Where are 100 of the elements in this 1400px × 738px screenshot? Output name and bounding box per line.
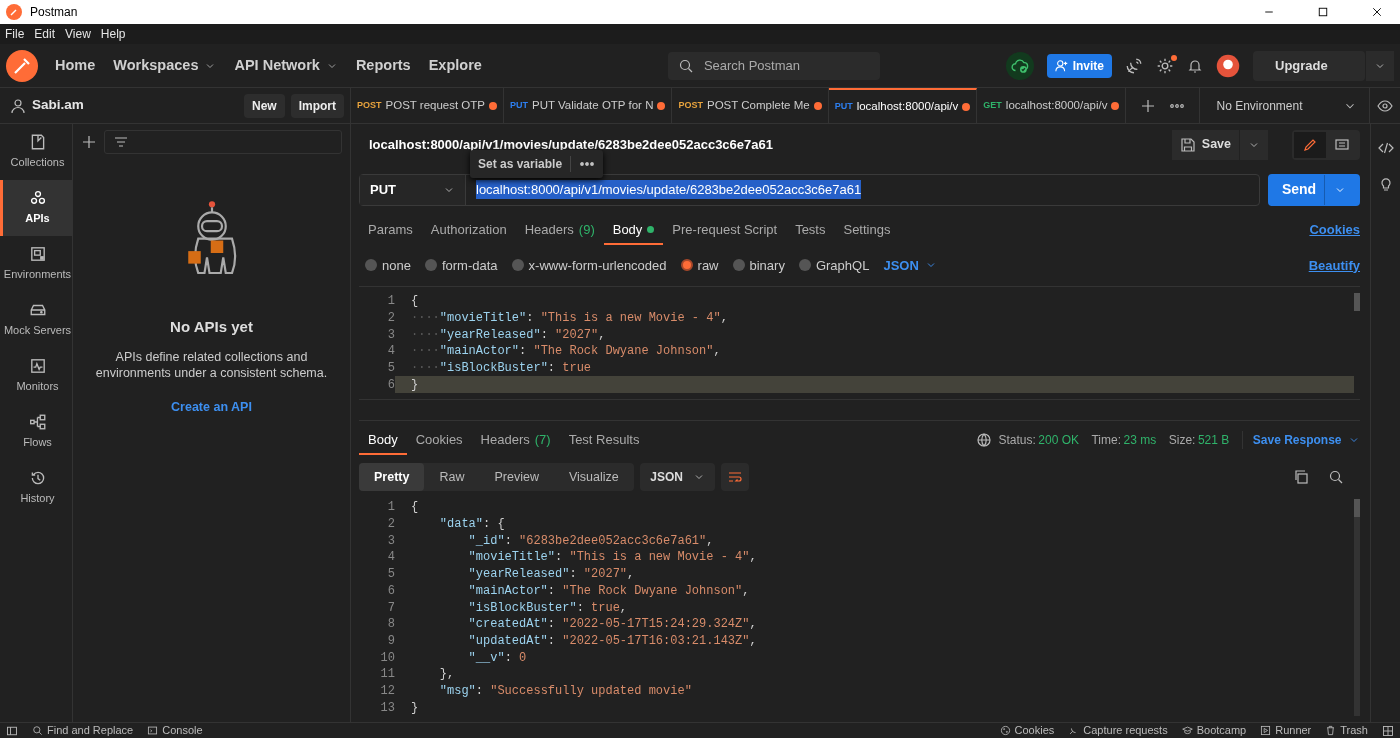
avatar-icon[interactable] [1216,53,1240,78]
format-dropdown[interactable]: JSON [883,255,938,276]
search-field[interactable]: Search Postman [667,51,880,80]
request-tab[interactable]: POST POST Complete Me [672,88,829,123]
status-bar-button[interactable]: Runner [1260,722,1312,738]
plus-icon[interactable] [1140,97,1157,114]
save-button[interactable]: Save [1171,129,1239,160]
code-icon[interactable] [1377,140,1394,156]
upgrade-button[interactable]: Upgrade [1253,50,1365,81]
menu-item[interactable]: Edit [29,25,61,43]
tab[interactable]: Settings [834,214,900,245]
environment-dropdown[interactable]: No Environment [1200,88,1370,123]
sidebar-item[interactable]: Environments [0,236,72,292]
sidebar-item[interactable]: APIs [0,180,72,236]
settings-icon[interactable] [1156,56,1174,75]
line-number: 10 [379,649,395,667]
line-number: 11 [379,666,395,684]
empty-state-title: No APIs yet [170,317,253,337]
nav-link[interactable]: API Network [225,54,347,77]
cloud-check-icon [1010,56,1029,75]
tab[interactable]: Params [359,214,422,245]
view-tab[interactable]: Pretty [359,463,425,492]
workspace-button[interactable]: Import [290,93,344,118]
tab[interactable]: Body [603,214,664,245]
scrollbar[interactable] [1354,292,1360,311]
tab[interactable]: Pre-request Script [663,214,787,245]
tab[interactable]: Test Results [559,425,649,456]
status-bar-button[interactable]: Trash [1325,722,1368,738]
sidebar-item[interactable]: Mock Servers [0,292,72,348]
layout-icon[interactable] [1382,724,1394,737]
sidebar-item[interactable]: History [0,460,72,516]
line-number: 4 [386,549,395,567]
radio-option[interactable]: none [365,255,411,276]
view-tab[interactable]: Raw [424,463,480,492]
status-bar-button[interactable]: Console [147,722,203,738]
code-line: "msg": "Successfully updated movie" [438,682,693,700]
view-tab[interactable]: Visualize [553,463,634,492]
tab[interactable]: Headers (9) [515,214,604,245]
sidebar-toggle-icon[interactable] [6,724,18,737]
code-line: ····"movieTitle": "This is a new Movie - 4", [410,309,729,327]
radio-option[interactable]: binary [732,255,785,276]
code-line: "yearReleased": "2027", [467,566,636,583]
eye-icon[interactable] [1377,97,1393,114]
menu-item[interactable]: View [60,25,96,43]
status-bar-button[interactable]: Find and Replace [32,722,134,738]
view-tab[interactable]: Preview [479,463,554,492]
line-number: 1 [386,499,395,517]
code-line: ····"isBlockBuster": true [410,360,593,377]
code-line: "_id": "6283be2dee052acc3c6e7a61", [467,532,715,550]
tab[interactable]: Cookies [406,425,472,456]
wrap-button[interactable] [721,463,750,492]
invite-button[interactable]: Invite [1046,53,1112,78]
copy-icon[interactable] [1292,469,1309,486]
sidebar-item[interactable]: Flows [0,404,72,460]
status-bar-button[interactable]: Cookies [999,722,1055,738]
line-number: 5 [386,360,395,377]
tab[interactable]: Authorization [421,214,516,245]
radio-option[interactable]: x-www-form-urlencoded [511,255,667,276]
menu-item[interactable]: File [0,25,30,43]
filter-field[interactable] [103,130,342,154]
nav-link[interactable]: Home [46,54,105,77]
bell-icon[interactable] [1187,57,1203,74]
sidebar-item[interactable]: Collections [0,124,72,180]
edit-button[interactable] [1294,131,1326,158]
nav-link[interactable]: Reports [346,54,420,77]
tab[interactable]: Body [359,425,407,456]
tab[interactable]: Headers (7) [471,425,560,456]
globe-icon[interactable] [975,432,992,449]
status-bar-button[interactable]: Bootcamp [1181,722,1247,738]
sidebar-item[interactable]: Monitors [0,348,72,404]
maximize-icon[interactable] [1317,6,1329,18]
request-tab[interactable]: GET localhost:8000/api/v [977,88,1127,123]
close-icon[interactable] [1371,6,1383,18]
radio-option[interactable]: raw [680,255,719,276]
beautify-link[interactable]: Beautify [1308,255,1360,276]
radio-option[interactable]: form-data [424,255,498,276]
nav-link[interactable]: Explore [419,54,491,77]
search-input[interactable]: Search Postman [701,54,852,77]
workspace-name: Sabi.am [32,96,84,115]
format-dropdown[interactable]: JSON [640,463,715,492]
nav-link[interactable]: Workspaces [104,54,226,77]
tab[interactable]: Tests [786,214,835,245]
menu-item[interactable]: Help [95,25,131,43]
radio-option[interactable]: GraphQL [798,255,870,276]
send-button[interactable]: Send [1268,173,1360,206]
cookies-link[interactable]: Cookies [1309,219,1360,240]
search-icon[interactable] [1328,469,1344,486]
request-tab[interactable]: PUT localhost:8000/api/v [828,88,978,123]
plus-icon[interactable] [81,134,97,150]
create-api-link[interactable]: Create an API [171,398,252,417]
method-dropdown[interactable]: PUT [360,174,466,205]
request-tab[interactable]: POST POST request OTP [351,88,504,123]
workspace-button[interactable]: New [243,93,285,118]
scrollbar[interactable] [1354,499,1360,518]
save-response-dropdown[interactable]: Save Response [1241,431,1360,450]
line-number: 3 [386,326,395,344]
status-bar-button[interactable]: Capture requests [1068,722,1168,738]
cloud-sync-icon[interactable] [1005,51,1034,80]
request-tab[interactable]: PUT PUT Validate OTP for N [504,88,673,123]
url-field[interactable]: localhost:8000/api/v1/movies/update/6283be2dee052acc3c6e7a61 [476,180,862,200]
